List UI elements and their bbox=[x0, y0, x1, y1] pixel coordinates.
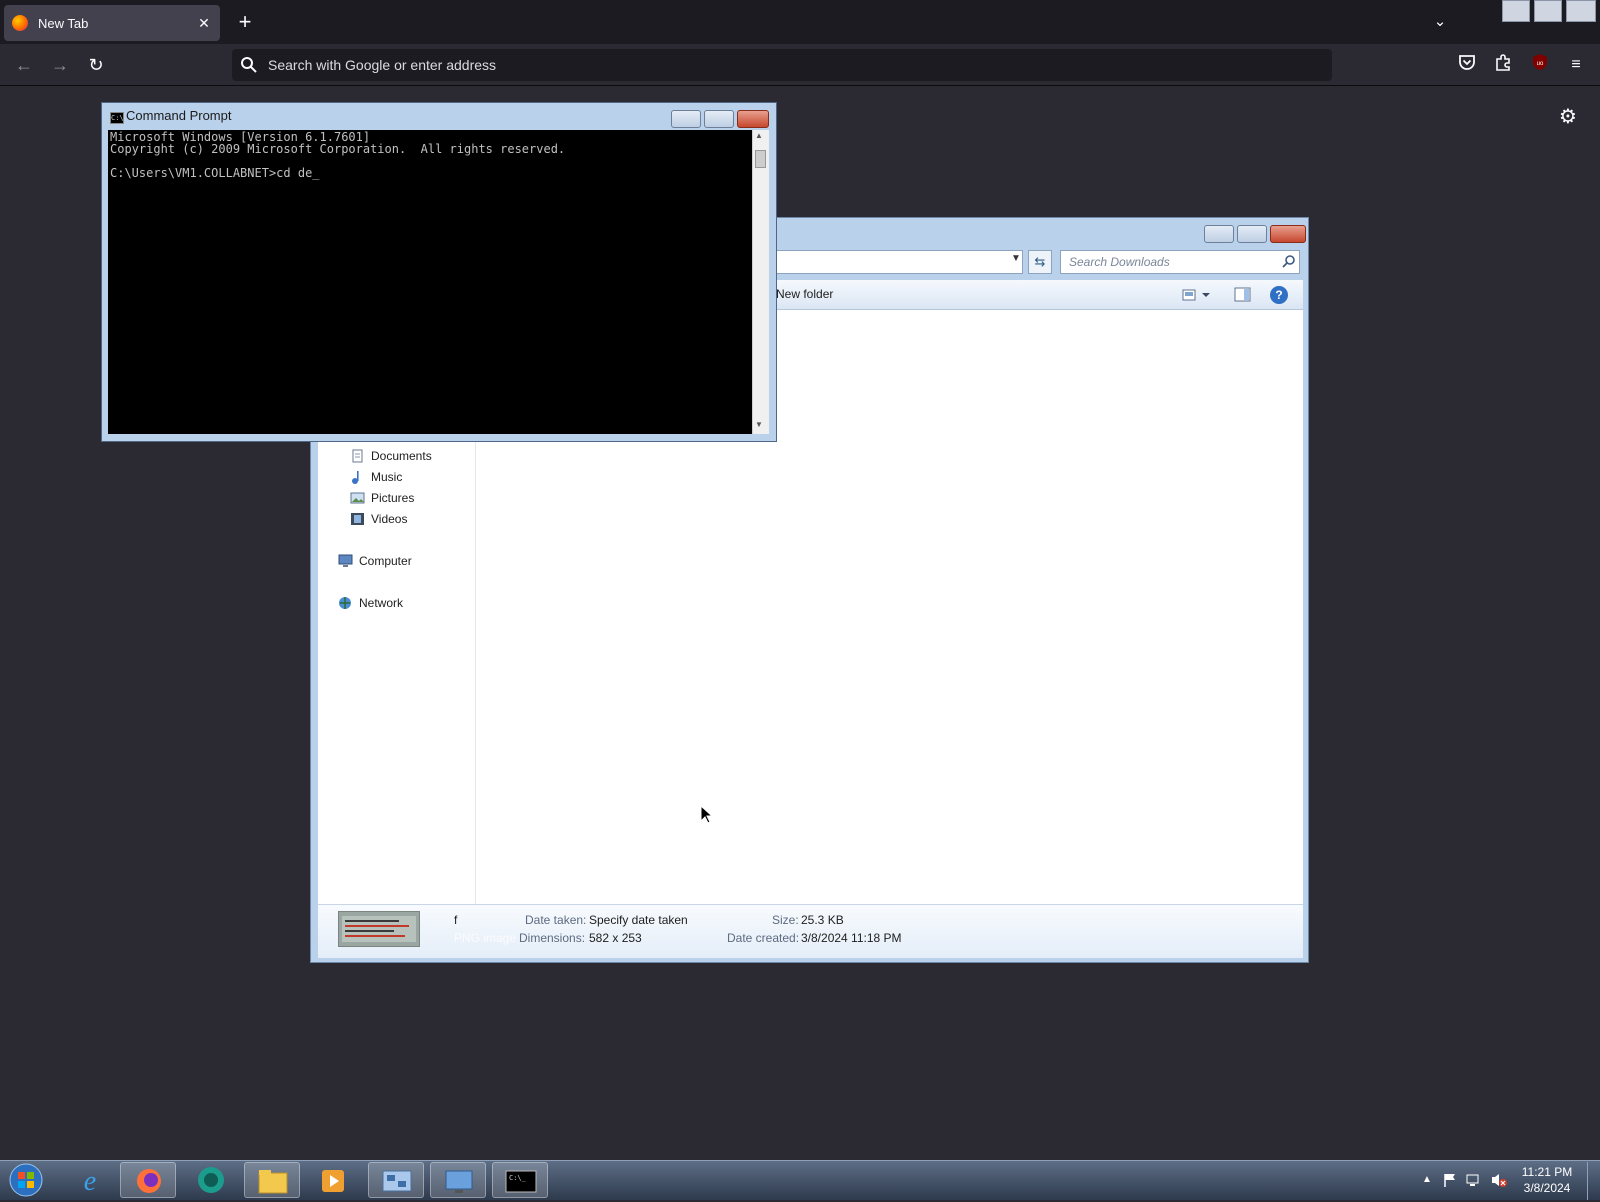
command-prompt-taskbar-icon[interactable]: C:\_ bbox=[492, 1162, 548, 1198]
svg-text:uo: uo bbox=[1537, 61, 1544, 67]
explorer-close-button[interactable] bbox=[1270, 225, 1306, 243]
taskbar-clock[interactable]: 11:21 PM 3/8/2024 bbox=[1515, 1164, 1579, 1196]
cmd-line-prompt: C:\Users\VM1.COLLABNET>cd de_ bbox=[110, 166, 320, 180]
clock-time: 11:21 PM bbox=[1521, 1165, 1573, 1179]
details-dimensions-value: 582 x 253 bbox=[589, 931, 642, 945]
file-thumbnail bbox=[338, 911, 420, 947]
ublock-origin-icon[interactable]: uo bbox=[1528, 53, 1552, 77]
videos-icon bbox=[350, 512, 365, 526]
network-status-icon[interactable] bbox=[1466, 1172, 1482, 1188]
explorer-maximize-button[interactable] bbox=[1237, 225, 1267, 243]
url-bar[interactable]: Search with Google or enter address bbox=[232, 49, 1332, 81]
address-dropdown-icon[interactable]: ▼ bbox=[1011, 253, 1021, 264]
cmd-icon: C:\ bbox=[110, 112, 124, 124]
mouse-cursor-icon bbox=[700, 804, 714, 825]
change-view-icon[interactable] bbox=[1182, 287, 1212, 303]
cmd-minimize-button[interactable] bbox=[671, 110, 701, 128]
reload-button[interactable]: ↻ bbox=[82, 52, 110, 78]
list-all-tabs-button[interactable]: ⌄ bbox=[1428, 10, 1452, 34]
cmd-title: Command Prompt bbox=[126, 108, 232, 123]
computer-icon bbox=[338, 554, 353, 568]
url-placeholder: Search with Google or enter address bbox=[268, 57, 497, 73]
nav-item-computer[interactable]: Computer bbox=[338, 551, 412, 571]
details-file-name: f bbox=[454, 913, 458, 927]
pictures-icon bbox=[350, 491, 365, 505]
new-folder-button[interactable]: New folder bbox=[776, 287, 833, 301]
network-app-icon[interactable] bbox=[368, 1162, 424, 1198]
preview-pane-icon[interactable] bbox=[1234, 286, 1252, 304]
pocket-icon[interactable] bbox=[1455, 53, 1479, 77]
details-size-label: Size: bbox=[772, 913, 799, 927]
new-tab-button[interactable]: + bbox=[232, 9, 258, 35]
tab-title: New Tab bbox=[38, 15, 89, 31]
search-icon[interactable] bbox=[1282, 254, 1296, 268]
explorer-minimize-button[interactable] bbox=[1204, 225, 1234, 243]
vm-restore-button[interactable] bbox=[1534, 0, 1562, 22]
cmd-scrollbar-thumb[interactable] bbox=[755, 150, 766, 168]
details-size-value: 25.3 KB bbox=[801, 913, 844, 927]
forward-button[interactable]: → bbox=[46, 52, 74, 78]
start-button[interactable] bbox=[6, 1162, 46, 1198]
vm-minimize-button[interactable] bbox=[1502, 0, 1530, 22]
firefox-icon bbox=[12, 15, 28, 31]
remote-desktop-icon[interactable] bbox=[430, 1162, 486, 1198]
refresh-icon[interactable]: ⇆ bbox=[1028, 250, 1052, 274]
extensions-icon[interactable] bbox=[1491, 53, 1515, 77]
nav-label-documents: Documents bbox=[371, 449, 432, 463]
chat-app-icon[interactable] bbox=[183, 1162, 239, 1198]
internet-explorer-icon[interactable]: e bbox=[62, 1162, 118, 1198]
nav-item-network[interactable]: Network bbox=[338, 593, 403, 613]
network-icon bbox=[338, 596, 353, 610]
tab-new-tab[interactable]: New Tab ✕ bbox=[4, 5, 220, 41]
show-hidden-icons-icon[interactable]: ▲ bbox=[1422, 1174, 1432, 1185]
documents-icon bbox=[350, 449, 365, 463]
close-tab-icon[interactable]: ✕ bbox=[196, 15, 212, 32]
details-dimensions-label: Dimensions: bbox=[519, 931, 586, 945]
nav-label-computer: Computer bbox=[359, 554, 412, 568]
media-player-icon[interactable] bbox=[306, 1162, 362, 1198]
nav-label-videos: Videos bbox=[371, 512, 408, 526]
nav-item-documents[interactable]: Documents bbox=[350, 446, 432, 466]
nav-label-pictures: Pictures bbox=[371, 491, 415, 505]
gear-icon[interactable]: ⚙ bbox=[1555, 104, 1581, 130]
volume-muted-icon[interactable] bbox=[1490, 1172, 1508, 1188]
details-date-taken-value[interactable]: Specify date taken bbox=[589, 913, 688, 927]
scroll-down-icon[interactable]: ▼ bbox=[755, 420, 763, 429]
details-file-type: PNG image bbox=[454, 931, 517, 945]
search-downloads-input[interactable]: Search Downloads bbox=[1060, 250, 1300, 274]
scroll-up-icon[interactable]: ▲ bbox=[755, 131, 763, 140]
clock-date: 3/8/2024 bbox=[1523, 1181, 1571, 1195]
vm-close-button[interactable] bbox=[1566, 0, 1596, 22]
cmd-close-button[interactable] bbox=[737, 110, 769, 128]
taskbar bbox=[0, 1160, 1600, 1200]
action-center-flag-icon[interactable] bbox=[1442, 1172, 1458, 1188]
menu-icon[interactable]: ≡ bbox=[1564, 53, 1588, 77]
file-explorer-taskbar-icon[interactable] bbox=[244, 1162, 300, 1198]
music-icon bbox=[350, 470, 365, 484]
cmd-scrollbar[interactable] bbox=[752, 130, 769, 434]
help-icon[interactable]: ? bbox=[1270, 286, 1288, 304]
nav-label-network: Network bbox=[359, 596, 404, 610]
search-icon bbox=[240, 56, 258, 74]
firefox-taskbar-icon[interactable] bbox=[120, 1162, 176, 1198]
svg-text:C:\_: C:\_ bbox=[509, 1174, 527, 1182]
nav-label-music: Music bbox=[371, 470, 403, 484]
details-date-created-label: Date created: bbox=[727, 931, 800, 945]
details-date-created-value: 3/8/2024 11:18 PM bbox=[801, 931, 902, 945]
back-button[interactable]: ← bbox=[10, 52, 38, 78]
show-desktop-button[interactable] bbox=[1587, 1162, 1600, 1200]
nav-item-music[interactable]: Music bbox=[350, 467, 402, 487]
svg-text:e: e bbox=[84, 1166, 96, 1197]
cmd-line-2: Copyright (c) 2009 Microsoft Corporation… bbox=[110, 142, 566, 156]
details-date-taken-label: Date taken: bbox=[525, 913, 587, 927]
nav-item-videos[interactable]: Videos bbox=[350, 509, 407, 529]
cmd-maximize-button[interactable] bbox=[704, 110, 734, 128]
nav-item-pictures[interactable]: Pictures bbox=[350, 488, 414, 508]
